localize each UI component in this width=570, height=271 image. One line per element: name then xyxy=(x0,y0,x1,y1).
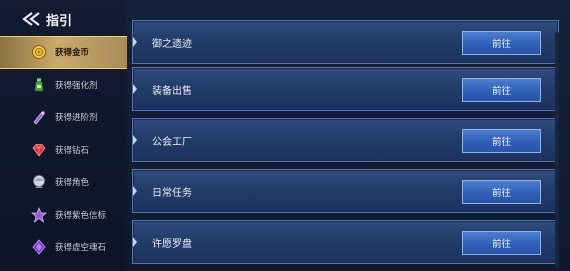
purple-vial-icon xyxy=(31,109,47,125)
sidebar-item-label: 获得进阶剂 xyxy=(55,113,98,124)
sidebar-item-label: 获得强化剂 xyxy=(55,80,98,91)
void-soulstone-icon xyxy=(31,239,47,255)
sidebar-item-enhancer[interactable]: 获得强化剂 xyxy=(0,69,127,102)
green-bottle-icon xyxy=(31,77,47,93)
sidebar-item-label: 获得金币 xyxy=(55,48,90,59)
title-bar: 指引 xyxy=(0,0,127,36)
character-head-icon xyxy=(31,174,47,190)
sidebar-nav: 获得金币 获得强化剂 获得进阶剂 获得钻石 获得角色 获得紫色信标 获得虚空魂石 xyxy=(0,36,127,264)
go-button[interactable]: 前往 xyxy=(462,31,541,55)
sidebar-item-gold[interactable]: 获得金币 xyxy=(0,36,127,69)
guide-card: 装备出售 前往 xyxy=(132,67,559,111)
card-marker-icon xyxy=(133,84,137,94)
sidebar: 指引 获得金币 获得强化剂 获得进阶剂 获得钻石 获得角色 获得紫色信标 获得虚… xyxy=(0,0,128,271)
go-button[interactable]: 前往 xyxy=(462,129,541,153)
gold-coin-icon xyxy=(31,44,47,60)
card-marker-icon xyxy=(133,186,137,196)
sidebar-item-label: 获得角色 xyxy=(55,178,90,189)
go-button[interactable]: 前往 xyxy=(462,180,541,204)
sidebar-item-label: 获得钻石 xyxy=(55,145,90,156)
guide-card: 公会工厂 前往 xyxy=(132,118,559,162)
page-title: 指引 xyxy=(46,14,73,29)
card-marker-icon xyxy=(133,237,137,247)
sidebar-item-label: 获得紫色信标 xyxy=(55,210,107,221)
card-title: 许愿罗盘 xyxy=(152,239,192,250)
sidebar-item-diamond[interactable]: 获得钻石 xyxy=(0,134,127,167)
scrollbar[interactable] xyxy=(555,32,559,268)
card-marker-icon xyxy=(133,37,137,47)
purple-beacon-icon xyxy=(31,206,47,223)
go-button[interactable]: 前往 xyxy=(462,231,541,255)
card-marker-icon xyxy=(133,135,137,145)
sidebar-item-void-soulstone[interactable]: 获得虚空魂石 xyxy=(0,231,127,264)
sidebar-item-advance[interactable]: 获得进阶剂 xyxy=(0,101,127,134)
card-title: 日常任务 xyxy=(152,188,192,199)
sidebar-item-purple-beacon[interactable]: 获得紫色信标 xyxy=(0,199,127,232)
card-title: 公会工厂 xyxy=(152,137,192,148)
card-title: 装备出售 xyxy=(152,86,192,97)
go-button[interactable]: 前往 xyxy=(462,78,541,102)
card-title: 御之遗迹 xyxy=(152,39,192,50)
sidebar-item-character[interactable]: 获得角色 xyxy=(0,166,127,199)
guide-card: 许愿罗盘 前往 xyxy=(132,220,559,264)
red-diamond-icon xyxy=(31,142,47,158)
guide-card: 御之遗迹 前往 xyxy=(132,20,559,64)
sidebar-item-label: 获得虚空魂石 xyxy=(55,243,107,254)
back-arrow-icon[interactable] xyxy=(20,11,42,27)
guide-card: 日常任务 前往 xyxy=(132,169,559,213)
